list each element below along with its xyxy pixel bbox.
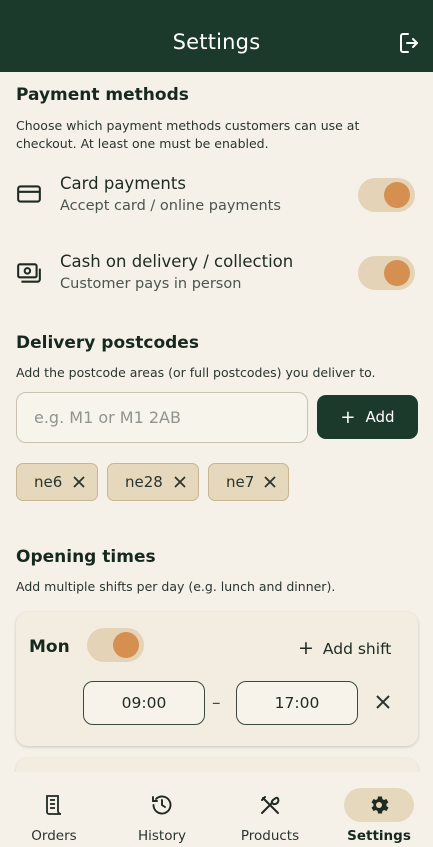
day-card-mon: Mon + Add shift 09:00 – 17:00 bbox=[16, 612, 418, 746]
postcode-chip-label: ne7 bbox=[226, 473, 255, 491]
time-separator: – bbox=[212, 693, 221, 713]
tab-orders[interactable]: Orders bbox=[0, 772, 108, 847]
app-header: Settings bbox=[0, 0, 433, 72]
add-shift-label: Add shift bbox=[322, 640, 392, 658]
close-icon[interactable] bbox=[172, 474, 188, 490]
delivery-postcodes-description: Add the postcode areas (or full postcode… bbox=[16, 365, 376, 380]
tab-settings[interactable]: Settings bbox=[325, 772, 433, 847]
add-postcode-label: Add bbox=[365, 408, 395, 426]
close-icon[interactable] bbox=[262, 474, 278, 490]
day-open-toggle[interactable] bbox=[87, 628, 144, 662]
plus-icon: + bbox=[340, 406, 356, 428]
opening-times-description: Add multiple shifts per day (e.g. lunch … bbox=[16, 579, 336, 594]
postcode-chip[interactable]: ne6 bbox=[16, 463, 98, 501]
remove-shift-icon[interactable] bbox=[374, 693, 392, 711]
add-shift-button[interactable]: + Add shift bbox=[298, 637, 391, 659]
utensils-icon bbox=[261, 796, 280, 814]
cash-payments-toggle[interactable] bbox=[358, 256, 415, 290]
toggle-knob bbox=[384, 260, 410, 286]
cash-payments-title: Cash on delivery / collection bbox=[60, 252, 294, 271]
settings-content[interactable]: Payment methods Choose which payment met… bbox=[0, 72, 433, 772]
postcode-chip-label: ne6 bbox=[34, 473, 63, 491]
card-payments-toggle[interactable] bbox=[358, 178, 415, 212]
postcode-chip-label: ne28 bbox=[125, 473, 163, 491]
toggle-knob bbox=[384, 182, 410, 208]
history-icon bbox=[152, 795, 172, 815]
delivery-postcodes-heading: Delivery postcodes bbox=[16, 333, 199, 353]
logout-icon[interactable] bbox=[398, 31, 422, 55]
bottom-tab-bar: Orders History Products Settings bbox=[0, 772, 433, 847]
plus-icon: + bbox=[298, 637, 314, 659]
payment-methods-description: Choose which payment methods customers c… bbox=[16, 118, 360, 151]
gear-icon bbox=[371, 796, 389, 814]
postcode-chip[interactable]: ne28 bbox=[107, 463, 199, 501]
day-label: Mon bbox=[29, 637, 70, 657]
day-card-next bbox=[16, 758, 418, 772]
cash-payments-subtitle: Customer pays in person bbox=[60, 276, 242, 292]
add-postcode-button[interactable]: + Add bbox=[317, 395, 418, 439]
tab-products[interactable]: Products bbox=[216, 772, 324, 847]
payment-methods-heading: Payment methods bbox=[16, 85, 189, 105]
postcode-chip[interactable]: ne7 bbox=[208, 463, 289, 501]
postcode-input[interactable] bbox=[16, 392, 308, 443]
shift-end-time[interactable]: 17:00 bbox=[236, 681, 358, 725]
toggle-knob bbox=[113, 632, 139, 658]
credit-card-icon bbox=[17, 185, 41, 203]
card-payments-subtitle: Accept card / online payments bbox=[60, 198, 281, 214]
tab-label: History bbox=[137, 828, 187, 844]
opening-times-heading: Opening times bbox=[16, 547, 156, 567]
tab-label: Settings bbox=[347, 828, 411, 844]
shift-start-time[interactable]: 09:00 bbox=[83, 681, 205, 725]
tab-label: Orders bbox=[31, 828, 77, 844]
tab-label: Products bbox=[240, 828, 300, 844]
receipt-icon bbox=[46, 795, 62, 815]
cash-icon bbox=[17, 263, 41, 283]
card-payments-title: Card payments bbox=[60, 174, 186, 193]
close-icon[interactable] bbox=[71, 474, 87, 490]
page-title: Settings bbox=[172, 30, 261, 54]
tab-history[interactable]: History bbox=[108, 772, 216, 847]
